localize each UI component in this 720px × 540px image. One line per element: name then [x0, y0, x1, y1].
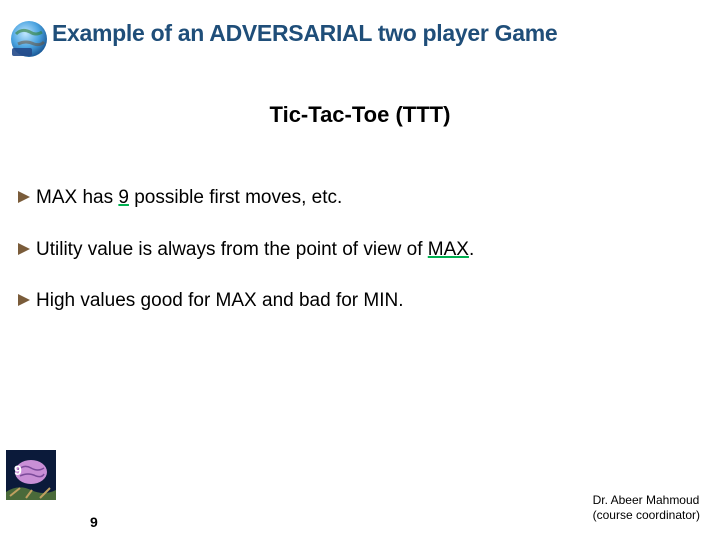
bullet-arrow-icon — [18, 243, 30, 255]
bullet-text: MAX has 9 possible first moves, etc. — [36, 185, 700, 211]
bullet-list: MAX has 9 possible first moves, etc. Uti… — [18, 185, 700, 340]
bullet-pre: MAX has — [36, 187, 118, 208]
page-number-overlay: 9 — [14, 462, 22, 478]
bullet-pre: Utility value is always from the point o… — [36, 239, 428, 260]
bullet-highlight: 9 — [118, 187, 129, 208]
footer-credit: Dr. Abeer Mahmoud (course coordinator) — [593, 493, 700, 524]
footer-role: (course coordinator) — [593, 508, 700, 524]
bullet-arrow-icon — [18, 294, 30, 306]
bullet-text: Utility value is always from the point o… — [36, 237, 700, 263]
page-number: 9 — [90, 514, 98, 530]
bullet-post: possible first moves, etc. — [129, 187, 342, 208]
bullet-highlight: MAX — [428, 239, 469, 260]
bullet-item: High values good for MAX and bad for MIN… — [18, 288, 700, 314]
globe-logo — [8, 18, 50, 60]
slide-subtitle: Tic-Tac-Toe (TTT) — [0, 102, 720, 128]
bullet-post: . — [469, 239, 474, 260]
footer-name: Dr. Abeer Mahmoud — [593, 493, 700, 509]
slide-title: Example of an ADVERSARIAL two player Gam… — [52, 20, 557, 47]
bullet-pre: High values good for MAX and bad for MIN… — [36, 290, 404, 311]
bullet-arrow-icon — [18, 191, 30, 203]
bullet-item: MAX has 9 possible first moves, etc. — [18, 185, 700, 211]
bullet-text: High values good for MAX and bad for MIN… — [36, 288, 700, 314]
bullet-item: Utility value is always from the point o… — [18, 237, 700, 263]
